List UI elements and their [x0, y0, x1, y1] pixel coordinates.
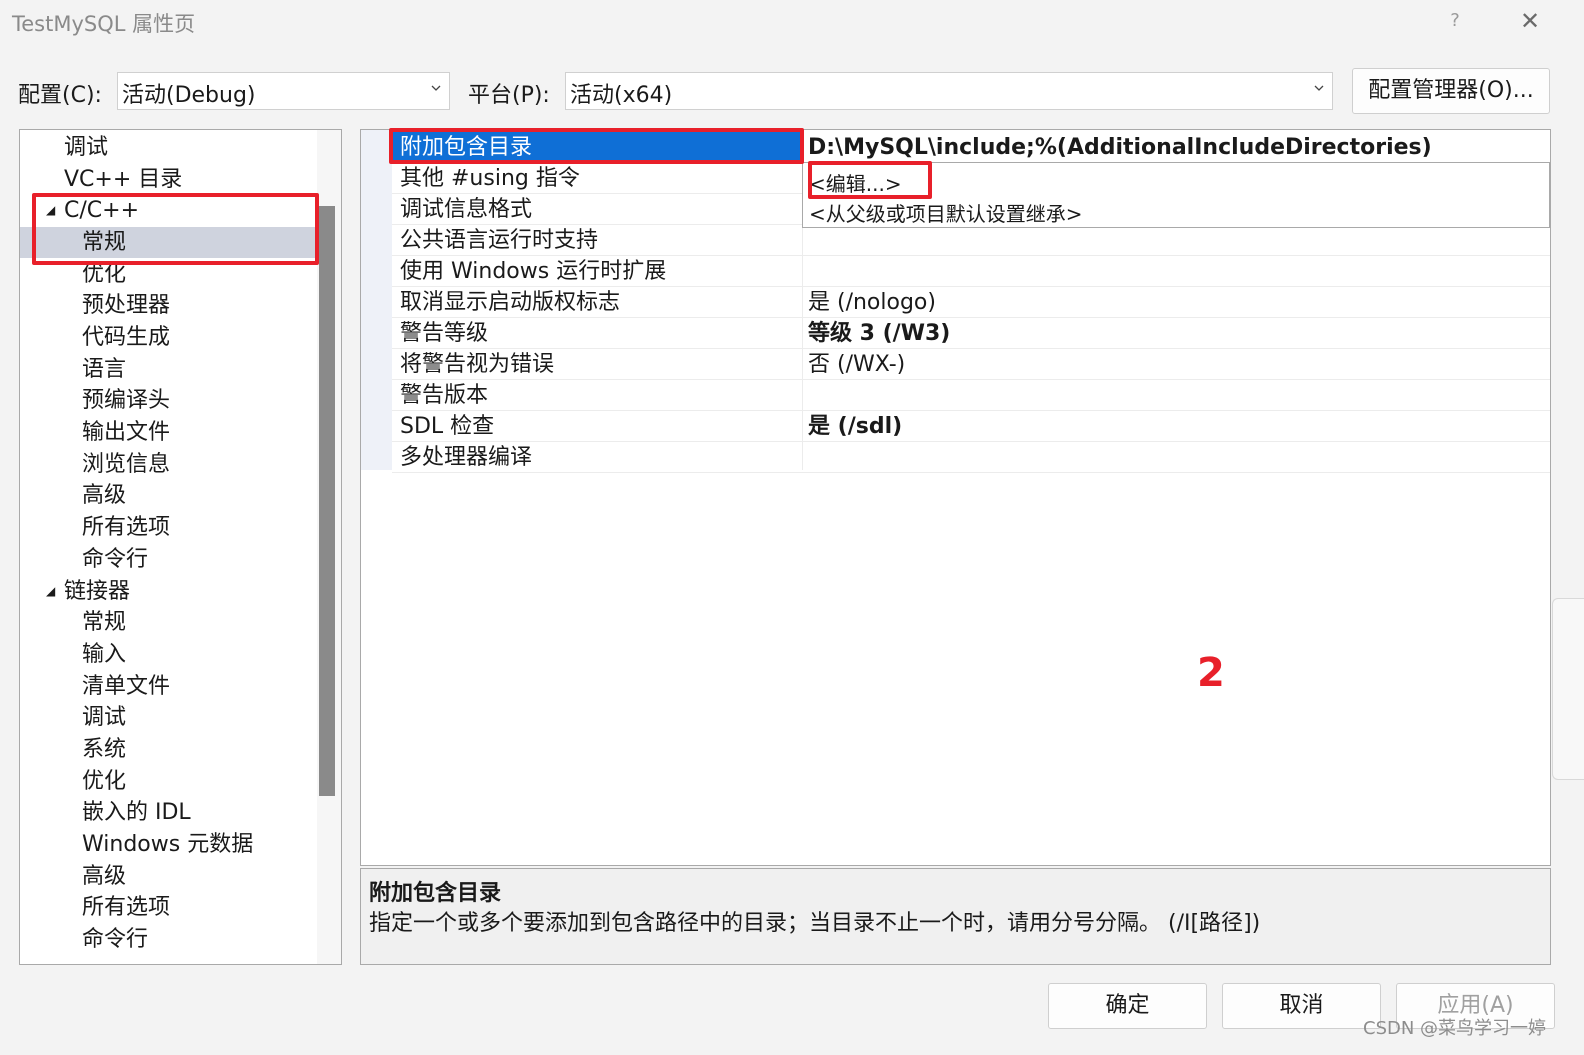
tree-item-label: 高级 [82, 483, 127, 508]
tree-item-linker-system[interactable]: 系统 [20, 734, 320, 765]
tree-item-vc-dirs[interactable]: VC++ 目录 [20, 164, 320, 195]
property-name: 多处理器编译 [400, 445, 533, 470]
tree-item-linker-manifest[interactable]: 清单文件 [20, 671, 320, 702]
tree-item-label: 调试 [82, 705, 127, 730]
tree-item-label: 优化 [82, 769, 127, 794]
property-value: 等级 3 (/W3) [808, 321, 951, 346]
property-value: 是 (/nologo) [808, 290, 936, 315]
tree-item-label: 输入 [82, 642, 127, 667]
property-name: 将警告视为错误 [400, 352, 555, 377]
tree-item-linker-all-options[interactable]: 所有选项 [20, 892, 320, 923]
platform-dropdown-value: 活动(x64) [570, 83, 673, 108]
config-dropdown[interactable]: 活动(Debug) [117, 72, 450, 110]
side-floating-tab[interactable] [1552, 598, 1584, 780]
description-text: 指定一个或多个要添加到包含路径中的目录；当目录不止一个时，请用分号分隔。 (/I… [369, 911, 1261, 936]
tree-item-cpp-preprocessor[interactable]: 预处理器 [20, 290, 320, 321]
window-title: TestMySQL 属性页 [12, 12, 196, 36]
tree-item-linker-advanced[interactable]: 高级 [20, 861, 320, 892]
tree-item-label: 所有选项 [82, 895, 171, 920]
platform-dropdown[interactable]: 活动(x64) [565, 72, 1333, 110]
property-name: 警告等级 [400, 321, 489, 346]
property-name: SDL 检查 [400, 414, 495, 439]
tree-item-linker-idl[interactable]: 嵌入的 IDL [20, 797, 320, 828]
tree-item-cpp-pch[interactable]: 预编译头 [20, 385, 320, 416]
cancel-button[interactable]: 取消 [1222, 983, 1381, 1029]
annotation-box-tree [32, 193, 319, 265]
property-row[interactable]: 使用 Windows 运行时扩展 [392, 256, 1550, 287]
property-value: 否 (/WX-) [808, 352, 906, 377]
tree-item-label: 清单文件 [82, 674, 171, 699]
tree-item-cpp-all-options[interactable]: 所有选项 [20, 512, 320, 543]
property-name: 公共语言运行时支持 [400, 228, 599, 253]
config-dropdown-value: 活动(Debug) [122, 83, 256, 108]
property-name: 使用 Windows 运行时扩展 [400, 259, 667, 284]
description-title: 附加包含目录 [369, 881, 502, 906]
property-row[interactable]: 公共语言运行时支持 [392, 225, 1550, 256]
property-row[interactable]: 将警告视为错误 否 (/WX-) [392, 349, 1550, 380]
tree-item-linker-cmdline[interactable]: 命令行 [20, 924, 320, 955]
watermark: CSDN @菜鸟学习一婷 [1363, 1018, 1547, 1039]
annotation-number: 2 [1197, 650, 1225, 696]
property-name: 取消显示启动版权标志 [400, 290, 621, 315]
tree-item-linker-optimization[interactable]: 优化 [20, 766, 320, 797]
grid-gutter [361, 130, 392, 470]
tree-item-label: 常规 [82, 610, 127, 635]
tree-item-label: 高级 [82, 864, 127, 889]
property-name: 警告版本 [400, 383, 489, 408]
tree-item-cpp-advanced[interactable]: 高级 [20, 480, 320, 511]
tree-item-linker-general[interactable]: 常规 [20, 607, 320, 638]
config-label: 配置(C): [18, 83, 102, 108]
dropdown-item-inherit[interactable]: <从父级或项目默认设置继承> [809, 198, 1083, 227]
expanded-arrow-icon[interactable]: ◢ [46, 576, 55, 607]
property-row[interactable]: 多处理器编译 [392, 442, 1550, 473]
title-bar: TestMySQL 属性页 ? ✕ [0, 0, 1584, 44]
tree-item-cpp-codegen[interactable]: 代码生成 [20, 322, 320, 353]
config-manager-button[interactable]: 配置管理器(O)... [1352, 68, 1550, 114]
tree-item-linker-winmd[interactable]: Windows 元数据 [20, 829, 320, 860]
tree-item-label: 输出文件 [82, 420, 171, 445]
tree-item-label: VC++ 目录 [64, 167, 183, 192]
tree-item-label: 预编译头 [82, 388, 171, 413]
property-value-input[interactable]: D:\MySQL\include;%(AdditionalIncludeDire… [808, 133, 1432, 162]
tree-item-label: 语言 [82, 357, 127, 382]
property-grid[interactable]: 附加包含目录 D:\MySQL\include;%(AdditionalIncl… [360, 129, 1551, 866]
tree-item-label: 调试 [64, 135, 109, 160]
platform-label: 平台(P): [468, 83, 550, 108]
tree-item-label: 命令行 [82, 927, 149, 952]
tree-item-label: 嵌入的 IDL [82, 800, 191, 825]
chevron-down-icon [431, 85, 441, 91]
annotation-box-property [389, 128, 804, 164]
tree-item-cpp-language[interactable]: 语言 [20, 354, 320, 385]
property-name: 调试信息格式 [400, 197, 533, 222]
property-value: 是 (/sdl) [808, 414, 903, 439]
help-button[interactable]: ? [1440, 8, 1470, 34]
property-row[interactable]: 警告版本 [392, 380, 1550, 411]
tree-item-label: Windows 元数据 [82, 832, 254, 857]
tree-item-linker[interactable]: ◢ 链接器 [20, 576, 320, 607]
tree-item-label: 预处理器 [82, 293, 171, 318]
tree-scrollbar-thumb[interactable] [319, 206, 335, 796]
tree-item-label: 命令行 [82, 547, 149, 572]
description-panel: 附加包含目录 指定一个或多个要添加到包含路径中的目录；当目录不止一个时，请用分号… [360, 868, 1551, 965]
tree-item-debug[interactable]: 调试 [20, 132, 320, 163]
tree-item-cpp-cmdline[interactable]: 命令行 [20, 544, 320, 575]
tree-item-label: 浏览信息 [82, 452, 171, 477]
property-row[interactable]: SDL 检查 是 (/sdl) [392, 411, 1550, 442]
tree-item-cpp-output[interactable]: 输出文件 [20, 417, 320, 448]
tree-item-label: 代码生成 [82, 325, 171, 350]
tree-item-label: 链接器 [64, 579, 131, 604]
close-button[interactable]: ✕ [1512, 6, 1548, 36]
property-row[interactable]: 警告等级 等级 3 (/W3) [392, 318, 1550, 349]
property-row[interactable]: 取消显示启动版权标志 是 (/nologo) [392, 287, 1550, 318]
ok-button[interactable]: 确定 [1048, 983, 1207, 1029]
tree-item-cpp-browse[interactable]: 浏览信息 [20, 449, 320, 480]
annotation-box-edit [808, 161, 932, 199]
tree-item-linker-debug[interactable]: 调试 [20, 702, 320, 733]
property-name: 其他 #using 指令 [400, 166, 580, 191]
tree-item-label: 所有选项 [82, 515, 171, 540]
tree-item-linker-input[interactable]: 输入 [20, 639, 320, 670]
tree-item-label: 系统 [82, 737, 127, 762]
chevron-down-icon [1314, 85, 1324, 91]
